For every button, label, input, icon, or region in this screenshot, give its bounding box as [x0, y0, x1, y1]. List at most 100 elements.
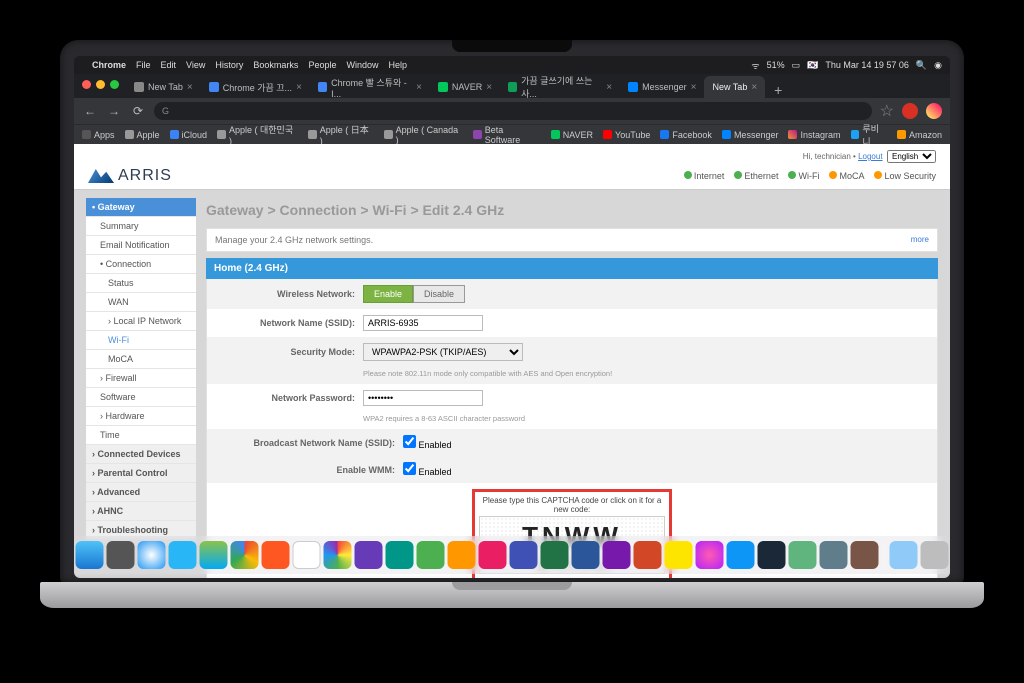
menu-people[interactable]: People [308, 60, 336, 70]
bookmark-item[interactable]: Amazon [897, 130, 942, 140]
dock-app-icon[interactable] [448, 541, 476, 569]
dock-safari-icon[interactable] [138, 541, 166, 569]
forward-button[interactable]: → [106, 104, 122, 118]
dock-maps-icon[interactable] [200, 541, 228, 569]
back-button[interactable]: ← [82, 104, 98, 118]
enable-button[interactable]: Enable [363, 285, 413, 303]
bookmark-item[interactable]: Apple ( 대한민국 ) [217, 123, 298, 146]
dock-kakao-icon[interactable] [665, 541, 693, 569]
menu-window[interactable]: Window [346, 60, 378, 70]
password-hint: WPA2 requires a 8-63 ASCII character pas… [207, 412, 937, 429]
dock-photos-icon[interactable] [324, 541, 352, 569]
bookmark-item[interactable]: iCloud [170, 130, 208, 140]
dock-app-icon[interactable] [386, 541, 414, 569]
bookmark-item[interactable]: NAVER [551, 130, 593, 140]
dock-excel-icon[interactable] [541, 541, 569, 569]
sidebar-item[interactable]: Status [86, 274, 196, 293]
sidebar-section[interactable]: › Connected Devices [86, 445, 196, 464]
dock-chrome-icon[interactable] [231, 541, 259, 569]
dock-appstore-icon[interactable] [727, 541, 755, 569]
bookmark-item[interactable]: YouTube [603, 130, 650, 140]
dock-app-icon[interactable] [820, 541, 848, 569]
dock-steam-icon[interactable] [758, 541, 786, 569]
siri-icon[interactable]: ◉ [934, 60, 942, 71]
wmm-checkbox[interactable] [403, 462, 416, 475]
broadcast-checkbox[interactable] [403, 435, 416, 448]
sidebar-item[interactable]: • Connection [86, 255, 196, 274]
tab-3[interactable]: Chrome 빨 스튜와 - I...× [310, 76, 430, 98]
sidebar-item[interactable]: › Firewall [86, 369, 196, 388]
tab-4[interactable]: NAVER× [430, 76, 500, 98]
bookmark-item[interactable]: Apple ( Canada ) [384, 125, 463, 145]
dock-itunes-icon[interactable] [696, 541, 724, 569]
tab-5[interactable]: 가끔 글쓰기에 쓰는 사...× [500, 76, 620, 98]
input-icon[interactable]: 🇰🇷 [807, 60, 818, 71]
sidebar-section[interactable]: › Parental Control [86, 464, 196, 483]
sidebar: • Gateway Summary Email Notification • C… [86, 198, 196, 570]
reload-button[interactable]: ⟳ [130, 104, 146, 118]
bookmark-apps[interactable]: Apps [82, 130, 115, 140]
logout-link[interactable]: Logout [858, 152, 882, 161]
dock-powerpoint-icon[interactable] [634, 541, 662, 569]
sidebar-item[interactable]: Email Notification [86, 236, 196, 255]
menu-history[interactable]: History [215, 60, 243, 70]
dock-sysprefs-icon[interactable] [107, 541, 135, 569]
address-bar[interactable]: G [154, 102, 872, 120]
spotlight-icon[interactable]: 🔍 [916, 60, 927, 71]
dock-appstore-icon[interactable] [262, 541, 290, 569]
menu-file[interactable]: File [136, 60, 151, 70]
dock-app-icon[interactable] [479, 541, 507, 569]
menu-view[interactable]: View [186, 60, 205, 70]
extension-icon[interactable] [902, 103, 918, 119]
bookmark-item[interactable]: Apple ( 日本 ) [308, 123, 374, 146]
password-input[interactable] [363, 390, 483, 406]
dock-atom-icon[interactable] [789, 541, 817, 569]
sidebar-item[interactable]: WAN [86, 293, 196, 312]
menu-bookmarks[interactable]: Bookmarks [253, 60, 298, 70]
new-tab-button[interactable]: + [769, 82, 787, 98]
sidebar-section[interactable]: › Advanced [86, 483, 196, 502]
menu-help[interactable]: Help [388, 60, 407, 70]
dock-trash-icon[interactable] [921, 541, 949, 569]
sidebar-item[interactable]: Time [86, 426, 196, 445]
window-controls[interactable] [82, 80, 119, 89]
sidebar-gateway[interactable]: • Gateway [86, 198, 196, 217]
bookmark-item[interactable]: Messenger [722, 130, 779, 140]
tab-2[interactable]: Chrome 가끔 끄... × [201, 76, 310, 98]
menu-edit[interactable]: Edit [161, 60, 177, 70]
sidebar-item[interactable]: › Hardware [86, 407, 196, 426]
tab-7-active[interactable]: New Tab× [704, 76, 765, 98]
tab-6[interactable]: Messenger× [620, 76, 704, 98]
sidebar-item[interactable]: › Local IP Network [86, 312, 196, 331]
language-select[interactable]: English [887, 150, 936, 163]
sidebar-item[interactable]: MoCA [86, 350, 196, 369]
wifi-icon[interactable]: ᯤ [751, 59, 759, 72]
app-name[interactable]: Chrome [92, 60, 126, 70]
dock-mail-icon[interactable] [169, 541, 197, 569]
dock-messages-icon[interactable] [417, 541, 445, 569]
dock-app-icon[interactable] [510, 541, 538, 569]
more-link[interactable]: more [911, 235, 929, 245]
dock-app-icon[interactable] [851, 541, 879, 569]
bookmark-item[interactable]: Beta Software [473, 125, 541, 145]
star-icon[interactable]: ☆ [880, 101, 894, 121]
profile-avatar[interactable] [926, 103, 942, 119]
sidebar-item[interactable]: Summary [86, 217, 196, 236]
laptop-base [40, 582, 984, 608]
dock-folder-icon[interactable] [890, 541, 918, 569]
dock-app-icon[interactable] [355, 541, 383, 569]
security-select[interactable]: WPAWPA2-PSK (TKIP/AES) [363, 343, 523, 361]
dock-finder-icon[interactable] [76, 541, 104, 569]
dock-word-icon[interactable] [572, 541, 600, 569]
sidebar-section[interactable]: › AHNC [86, 502, 196, 521]
ssid-input[interactable] [363, 315, 483, 331]
dock-onenote-icon[interactable] [603, 541, 631, 569]
bookmark-item[interactable]: Facebook [660, 130, 712, 140]
bookmark-item[interactable]: Instagram [788, 130, 840, 140]
dock-calendar-icon[interactable] [293, 541, 321, 569]
sidebar-item[interactable]: Software [86, 388, 196, 407]
disable-button[interactable]: Disable [413, 285, 465, 303]
tab-1[interactable]: New Tab× [126, 76, 201, 98]
sidebar-item-wifi[interactable]: Wi-Fi [86, 331, 196, 350]
bookmark-item[interactable]: Apple [125, 130, 160, 140]
